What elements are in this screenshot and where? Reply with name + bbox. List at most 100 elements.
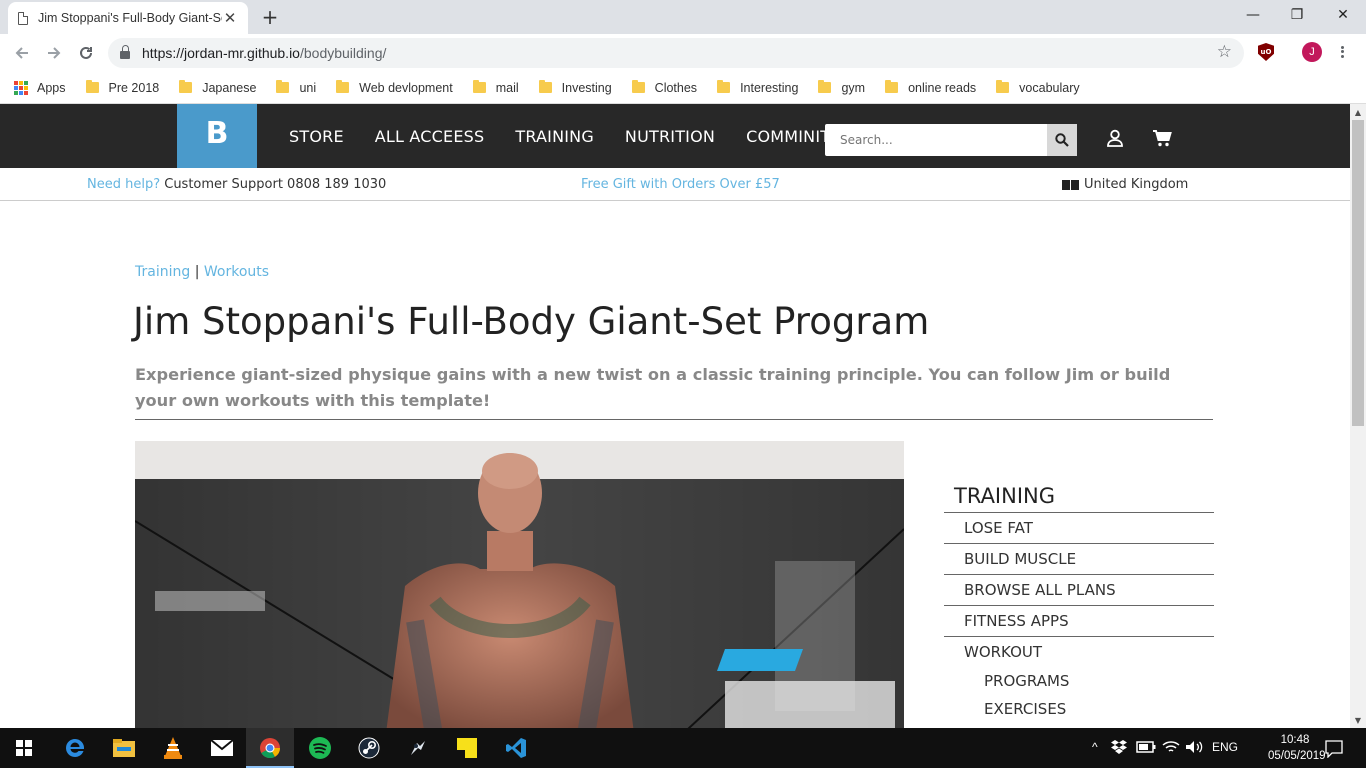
browser-menu-icon[interactable] bbox=[1336, 42, 1348, 62]
bookmark-apps[interactable]: Apps bbox=[14, 80, 66, 95]
back-arrow-icon bbox=[15, 47, 28, 59]
sidebar-subitem-programs[interactable]: PROGRAMS bbox=[944, 667, 1214, 695]
new-tab-button[interactable]: + bbox=[260, 6, 280, 28]
url-host: https://jordan-mr.github.io bbox=[142, 45, 300, 61]
region-label: United Kingdom bbox=[1084, 177, 1189, 192]
scrollbar-thumb[interactable] bbox=[1352, 120, 1364, 426]
breadcrumb-workouts[interactable]: Workouts bbox=[204, 264, 269, 280]
battery-icon[interactable] bbox=[1135, 738, 1157, 756]
nav-store[interactable]: STORE bbox=[289, 127, 344, 146]
sidebar-item-browse-plans[interactable]: BROWSE ALL PLANS bbox=[944, 575, 1214, 606]
browser-tab-active[interactable]: Jim Stoppani's Full-Body Giant-Se ✕ bbox=[8, 2, 248, 34]
chrome-icon[interactable] bbox=[258, 736, 282, 760]
promo-link[interactable]: Free Gift with Orders Over £57 bbox=[581, 177, 780, 192]
system-clock[interactable]: 10:48 05/05/2019 bbox=[1268, 732, 1326, 764]
vscode-icon[interactable] bbox=[504, 736, 528, 760]
windows-start-icon[interactable] bbox=[12, 736, 36, 760]
bookmark-folder[interactable]: gym bbox=[818, 80, 865, 95]
support-phone: Customer Support 0808 189 1030 bbox=[160, 177, 387, 192]
scroll-up-icon[interactable]: ▲ bbox=[1350, 104, 1366, 120]
article-subtitle: Experience giant-sized physique gains wi… bbox=[135, 365, 1171, 410]
nav-all-access[interactable]: ALL ACCEESS bbox=[375, 127, 485, 146]
bookmark-folder[interactable]: uni bbox=[276, 80, 316, 95]
bookmark-folder[interactable]: vocabulary bbox=[996, 80, 1080, 95]
sticky-notes-icon[interactable] bbox=[455, 736, 479, 760]
sidebar-item-workout[interactable]: WORKOUT bbox=[944, 637, 1214, 667]
bookmark-star-icon[interactable]: ☆ bbox=[1217, 42, 1232, 62]
site-logo[interactable]: B bbox=[177, 104, 257, 168]
sidebar-item-lose-fat[interactable]: LOSE FAT bbox=[944, 513, 1214, 544]
forward-arrow-icon bbox=[48, 47, 61, 59]
bookmark-folder[interactable]: Web devlopment bbox=[336, 80, 453, 95]
address-bar[interactable]: https://jordan-mr.github.io/bodybuilding… bbox=[108, 38, 1244, 68]
clock-time: 10:48 bbox=[1280, 734, 1310, 746]
page-viewport: B STORE ALL ACCEESS TRAINING NUTRITION C… bbox=[0, 104, 1350, 728]
training-sidebar: TRAINING LOSE FAT BUILD MUSCLE BROWSE AL… bbox=[944, 484, 1214, 723]
bookmark-label: mail bbox=[495, 80, 519, 95]
spotify-icon[interactable] bbox=[308, 736, 332, 760]
tab-close-icon[interactable]: ✕ bbox=[222, 9, 238, 27]
bookmark-label: Investing bbox=[561, 80, 612, 95]
bookmark-label: Pre 2018 bbox=[108, 80, 160, 95]
forward-button[interactable] bbox=[40, 40, 68, 66]
bookmark-folder[interactable]: Pre 2018 bbox=[85, 80, 160, 95]
tray-overflow-icon[interactable]: ^ bbox=[1092, 740, 1098, 754]
sidebar-item-fitness-apps[interactable]: FITNESS APPS bbox=[944, 606, 1214, 637]
account-icon[interactable] bbox=[1106, 129, 1124, 147]
bookmark-folder[interactable]: Clothes bbox=[631, 80, 698, 95]
edge-icon[interactable] bbox=[63, 736, 87, 760]
file-explorer-icon[interactable] bbox=[112, 736, 136, 760]
breadcrumb-training[interactable]: Training bbox=[135, 264, 190, 280]
bookmark-folder[interactable]: Investing bbox=[538, 80, 612, 95]
bookmarks-bar: Apps Pre 2018 Japanese uni Web devlopment mai… bbox=[0, 72, 1366, 104]
help-link[interactable]: Need help? bbox=[87, 177, 160, 192]
mail-icon[interactable] bbox=[210, 736, 234, 760]
bookmark-folder[interactable]: online reads bbox=[885, 80, 977, 95]
bookmark-folder[interactable]: mail bbox=[472, 80, 519, 95]
sticky-tool-icon[interactable] bbox=[406, 736, 430, 760]
region-selector[interactable]: United Kingdom bbox=[1062, 177, 1188, 192]
document-icon bbox=[18, 11, 28, 25]
close-window-button[interactable]: ✕ bbox=[1320, 0, 1366, 30]
volume-icon[interactable] bbox=[1183, 738, 1205, 756]
minimize-button[interactable]: — bbox=[1230, 0, 1276, 30]
scroll-down-icon[interactable]: ▼ bbox=[1350, 712, 1366, 728]
steam-icon[interactable] bbox=[357, 736, 381, 760]
clock-date: 05/05/2019 bbox=[1268, 750, 1326, 762]
cart-icon[interactable] bbox=[1152, 129, 1172, 147]
site-search bbox=[825, 124, 1077, 156]
folder-icon bbox=[538, 80, 552, 93]
vlc-icon[interactable] bbox=[161, 736, 185, 760]
search-button[interactable] bbox=[1047, 124, 1077, 156]
search-input[interactable] bbox=[825, 124, 1047, 156]
dropbox-icon[interactable] bbox=[1110, 738, 1128, 756]
bookmark-label: Clothes bbox=[654, 80, 698, 95]
wifi-icon[interactable] bbox=[1160, 738, 1182, 756]
page-scrollbar[interactable]: ▲ ▼ bbox=[1350, 104, 1366, 728]
page-title: Jim Stoppani's Full-Body Giant-Set Progr… bbox=[133, 300, 930, 343]
reload-icon bbox=[80, 46, 92, 59]
apps-grid-icon bbox=[14, 80, 28, 95]
profile-avatar[interactable]: J bbox=[1302, 42, 1322, 62]
url-path: /bodybuilding/ bbox=[299, 45, 387, 61]
bookmark-folder[interactable]: Japanese bbox=[179, 80, 257, 95]
sidebar-item-build-muscle[interactable]: BUILD MUSCLE bbox=[944, 544, 1214, 575]
sidebar-subitem-exercises[interactable]: EXERCISES bbox=[944, 695, 1214, 723]
reload-button[interactable] bbox=[72, 40, 100, 66]
nav-training[interactable]: TRAINING bbox=[515, 127, 594, 146]
divider bbox=[135, 419, 1213, 420]
customer-support: Need help? Customer Support 0808 189 103… bbox=[87, 177, 386, 192]
browser-toolbar: https://jordan-mr.github.io/bodybuilding… bbox=[0, 34, 1366, 72]
nav-nutrition[interactable]: NUTRITION bbox=[625, 127, 715, 146]
flag-icon bbox=[1062, 179, 1079, 190]
back-button[interactable] bbox=[8, 40, 36, 66]
athlete-photo bbox=[135, 441, 904, 728]
bookmark-folder[interactable]: Interesting bbox=[717, 80, 798, 95]
language-indicator[interactable]: ENG bbox=[1212, 740, 1238, 754]
site-header: B STORE ALL ACCEESS TRAINING NUTRITION C… bbox=[0, 104, 1350, 168]
bookmark-label: Japanese bbox=[202, 80, 257, 95]
restore-button[interactable]: ❐ bbox=[1274, 0, 1320, 30]
breadcrumb-separator: | bbox=[190, 264, 204, 280]
bookmark-label: online reads bbox=[908, 80, 977, 95]
notifications-icon[interactable] bbox=[1322, 737, 1346, 761]
